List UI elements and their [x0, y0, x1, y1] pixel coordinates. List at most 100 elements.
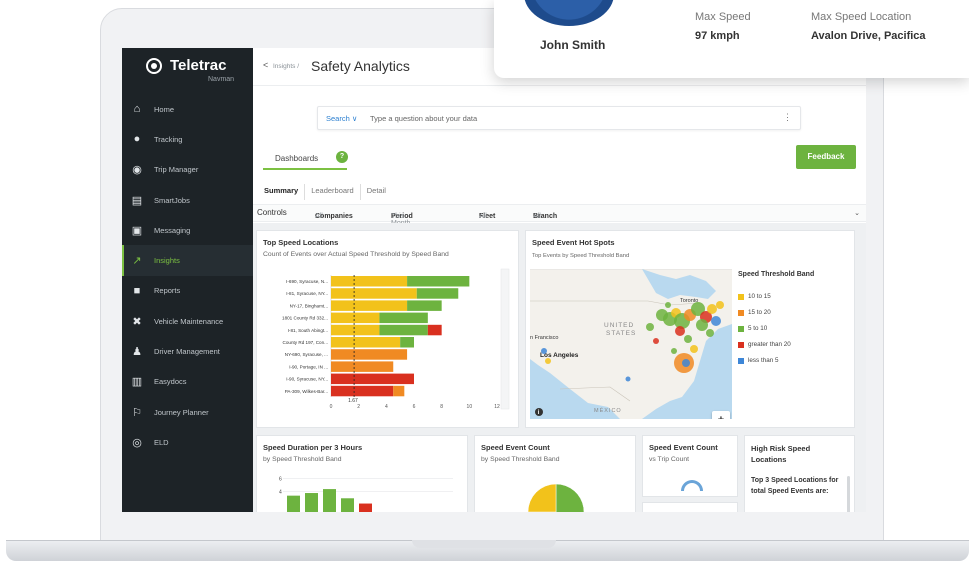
- category-label: I-90, Portage, IN ...: [289, 364, 328, 369]
- bar-segment[interactable]: [331, 361, 394, 372]
- back-chevron-icon[interactable]: <: [263, 60, 268, 70]
- dashboard-subtabs: Summary Leaderboard Detail: [258, 184, 392, 200]
- sidebar-item-smartjobs[interactable]: ▤ SmartJobs: [122, 185, 253, 215]
- bar[interactable]: [305, 493, 318, 512]
- legend-label: less than 5: [748, 357, 779, 364]
- tab-leaderboard[interactable]: Leaderboard: [305, 184, 361, 200]
- high-risk-card: High Risk Speed Locations Top 3 Speed Lo…: [744, 435, 855, 512]
- bar-segment[interactable]: [379, 324, 428, 336]
- tab-detail[interactable]: Detail: [361, 184, 392, 200]
- hotspot-marker[interactable]: [690, 345, 698, 353]
- legend-label: greater than 20: [748, 341, 791, 348]
- feedback-button[interactable]: Feedback: [796, 145, 856, 169]
- brand-logo[interactable]: Teletrac Navman: [144, 56, 244, 90]
- sidebar-item-insights[interactable]: ↗ Insights: [122, 245, 253, 277]
- scrollbar[interactable]: [847, 476, 850, 512]
- bar-segment[interactable]: [331, 288, 417, 299]
- bar-segment[interactable]: [393, 385, 405, 397]
- marketing-stage: Teletrac Navman ⌂ Home ● Tracking ◉ Trip Mana…: [0, 0, 969, 561]
- hotspot-marker[interactable]: [682, 359, 690, 367]
- bar-segment[interactable]: [331, 385, 394, 397]
- sidebar-item-reports[interactable]: ■ Reports: [122, 276, 253, 306]
- sidebar-item-trip-manager[interactable]: ◉ Trip Manager: [122, 155, 253, 185]
- help-icon[interactable]: ?: [336, 151, 348, 163]
- hotspot-marker[interactable]: [711, 316, 721, 326]
- bar-segment[interactable]: [331, 349, 408, 360]
- category-label: County Rd 197, Con...: [283, 340, 328, 345]
- pie-slice[interactable]: [555, 483, 585, 512]
- bar-segment[interactable]: [331, 337, 401, 348]
- hotspot-marker[interactable]: [665, 302, 671, 308]
- driver-name: John Smith: [540, 38, 606, 52]
- tab-dashboards[interactable]: Dashboards ?: [263, 146, 348, 170]
- pie-slice[interactable]: [527, 483, 557, 512]
- hotspot-marker[interactable]: [671, 348, 677, 354]
- bar[interactable]: [323, 489, 336, 512]
- sidebar-item-vehicle-maintenance[interactable]: ✖ Vehicle Maintenance: [122, 306, 253, 336]
- controls-title: Controls: [257, 208, 287, 217]
- map-label: Los Angeles: [540, 352, 579, 359]
- x-tick-label: 10: [467, 404, 473, 410]
- card-title: Speed Duration per 3 Hours: [263, 443, 363, 452]
- event-count-pie: [527, 483, 585, 512]
- hotspot-map[interactable]: Toronto UNITED STATES n Francisco Los An…: [530, 269, 732, 419]
- card-subtitle: Count of Events over Actual Speed Thresh…: [263, 251, 449, 258]
- sidebar-item-tracking[interactable]: ● Tracking: [122, 124, 253, 154]
- map-canvas: Toronto UNITED STATES n Francisco Los An…: [530, 269, 732, 419]
- hotspot-marker[interactable]: [625, 376, 631, 382]
- bar[interactable]: [359, 503, 372, 512]
- bar[interactable]: [341, 498, 354, 512]
- legend-item: greater than 20: [738, 341, 791, 348]
- bar-segment[interactable]: [331, 300, 408, 311]
- hotspot-marker[interactable]: [696, 319, 708, 331]
- breadcrumb-insights[interactable]: Insights /: [273, 63, 299, 70]
- tab-dashboards-label: Dashboards: [275, 154, 319, 163]
- gauge-icon: [681, 480, 703, 491]
- bar[interactable]: [287, 495, 300, 512]
- x-tick-label: 2: [357, 404, 360, 410]
- card-subtitle: Top Events by Speed Threshold Band: [532, 253, 630, 259]
- zoom-in-button[interactable]: +: [712, 411, 730, 419]
- bar-segment[interactable]: [416, 288, 459, 299]
- bar-segment[interactable]: [379, 312, 428, 324]
- duration-chart: 46: [279, 477, 453, 512]
- sidebar-item-home[interactable]: ⌂ Home: [122, 94, 253, 124]
- top-speed-chart: I-690, Syracuse, N... I-81, Syracuse, NY.…: [282, 268, 510, 410]
- card-title: Speed Event Count: [481, 443, 550, 452]
- hotspot-marker[interactable]: [646, 323, 654, 331]
- x-tick-label: 12: [494, 404, 500, 410]
- more-options-icon[interactable]: ⋮: [783, 112, 792, 123]
- tab-summary[interactable]: Summary: [258, 184, 306, 200]
- hotspot-marker[interactable]: [653, 338, 659, 344]
- legend-swatch: [738, 309, 744, 316]
- chevron-down-icon[interactable]: ⌄: [854, 209, 860, 217]
- bar-segment[interactable]: [427, 324, 442, 336]
- insights-icon: ↗: [132, 255, 142, 268]
- bar-segment[interactable]: [400, 337, 414, 348]
- card-subtitle: by Speed Threshold Band: [481, 456, 560, 463]
- bar-segment[interactable]: [331, 324, 380, 336]
- category-label: I-90, Syracuse, NY...: [286, 377, 328, 382]
- bar-segment[interactable]: [331, 373, 414, 385]
- bar-segment[interactable]: [331, 312, 380, 324]
- hotspot-marker[interactable]: [706, 329, 714, 337]
- bar-segment[interactable]: [331, 276, 408, 287]
- bar-segment[interactable]: [407, 300, 442, 311]
- hotspot-marker[interactable]: [675, 326, 685, 336]
- hotspot-marker[interactable]: [684, 335, 692, 343]
- sidebar-item-easydocs[interactable]: ▥ Easydocs: [122, 367, 253, 397]
- filter-value: All: [479, 213, 487, 220]
- sidebar-item-eld[interactable]: ◎ ELD: [122, 427, 253, 457]
- search-bar[interactable]: Search ∨ Type a question about your data…: [317, 106, 801, 130]
- legend-label: 10 to 15: [748, 293, 771, 300]
- search-dropdown-button[interactable]: Search ∨: [326, 114, 357, 123]
- chart-scrollbar[interactable]: [500, 268, 510, 410]
- sidebar-item-journey-planner[interactable]: ⚐ Journey Planner: [122, 397, 253, 427]
- stat-value: 97 kmph: [695, 30, 740, 42]
- sidebar-item-driver-management[interactable]: ♟ Driver Management: [122, 336, 253, 366]
- bar-segment[interactable]: [407, 276, 470, 287]
- sidebar-item-messaging[interactable]: ▣ Messaging: [122, 215, 253, 245]
- search-input[interactable]: Type a question about your data: [370, 114, 477, 123]
- hotspot-marker[interactable]: [707, 304, 717, 314]
- hotspot-marker[interactable]: [716, 301, 724, 309]
